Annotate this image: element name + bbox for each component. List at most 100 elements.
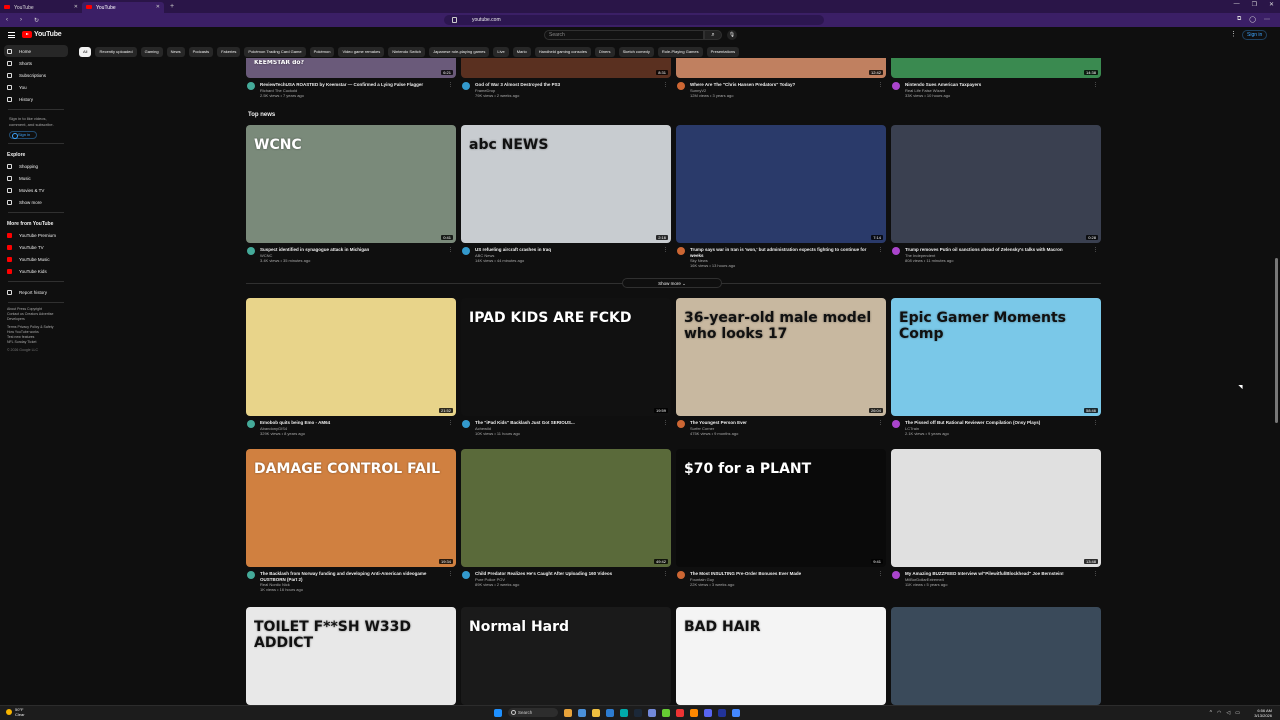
- browser-tab[interactable]: YouTube ✕: [0, 2, 82, 13]
- more-actions-icon[interactable]: ⋮: [663, 571, 668, 577]
- chip-filter[interactable]: Japanese role-playing games: [429, 47, 490, 57]
- chip-filter[interactable]: Video game remakes: [338, 47, 385, 57]
- video-thumbnail[interactable]: KEEMSTAR do? 6:21: [246, 58, 456, 78]
- video-thumbnail[interactable]: WCNC 0:41: [246, 125, 456, 243]
- chip-filter[interactable]: Podcasts: [188, 47, 214, 57]
- sidebar-item-home[interactable]: Home: [4, 45, 68, 57]
- channel-avatar[interactable]: [247, 420, 255, 428]
- chip-filter[interactable]: News: [166, 47, 185, 57]
- video-thumbnail[interactable]: 49:42: [461, 449, 671, 567]
- video-title[interactable]: My Amazing BUZZFEED Interview w/"Pilewit…: [905, 571, 1090, 577]
- channel-avatar[interactable]: [677, 247, 685, 255]
- maximize-icon[interactable]: ❐: [1252, 1, 1257, 8]
- chip-filter[interactable]: Role-Playing Games: [657, 47, 703, 57]
- more-actions-icon[interactable]: ⋮: [1093, 247, 1098, 253]
- back-icon[interactable]: ‹: [6, 17, 14, 23]
- video-title[interactable]: Where Are The "Chris Hansen Predators" T…: [690, 82, 875, 88]
- settings-kebab-icon[interactable]: ⋮: [1230, 30, 1237, 38]
- video-thumbnail[interactable]: Epic Gamer Moments Comp 58:46: [891, 298, 1101, 416]
- sidebar-item-youtube-music[interactable]: YouTube Music: [0, 253, 72, 265]
- volume-icon[interactable]: ◁: [1226, 710, 1230, 716]
- chip-filter[interactable]: Diners: [595, 47, 615, 57]
- sidebar-item-youtube-premium[interactable]: YouTube Premium: [0, 229, 72, 241]
- chip-filter[interactable]: Live: [493, 47, 509, 57]
- video-title[interactable]: God of War 3 Almost Destroyed the PS3: [475, 82, 660, 88]
- video-thumbnail[interactable]: DAMAGE CONTROL FAIL 19:34: [246, 449, 456, 567]
- sidebar-item-music[interactable]: Music: [0, 172, 72, 184]
- chip-filter[interactable]: Pokémon Trading Card Game: [244, 47, 306, 57]
- chevron-up-icon[interactable]: ^: [1210, 710, 1212, 716]
- video-thumbnail[interactable]: IPAD KIDS ARE FCKD 19:59: [461, 298, 671, 416]
- channel-avatar[interactable]: [677, 420, 685, 428]
- channel-avatar[interactable]: [462, 82, 470, 90]
- channel-avatar[interactable]: [892, 571, 900, 579]
- sidebar-item-you[interactable]: You: [0, 81, 72, 93]
- video-thumbnail[interactable]: Normal Hard: [461, 607, 671, 705]
- site-info-icon[interactable]: [452, 17, 457, 23]
- sidebar-item-show-more[interactable]: Show more: [0, 196, 72, 208]
- footer-links[interactable]: Developers: [0, 317, 72, 322]
- more-actions-icon[interactable]: ⋮: [1093, 82, 1098, 88]
- wifi-icon[interactable]: ◠: [1217, 710, 1221, 716]
- channel-avatar[interactable]: [892, 420, 900, 428]
- video-title[interactable]: The Pissed off But Rational Reviewer Com…: [905, 420, 1090, 426]
- channel-avatar[interactable]: [892, 247, 900, 255]
- chip-filter[interactable]: Fakeries: [217, 47, 241, 57]
- chip-filter[interactable]: Gaming: [140, 47, 163, 57]
- app-icon[interactable]: [718, 708, 726, 717]
- more-actions-icon[interactable]: ⋮: [878, 571, 883, 577]
- app-icon[interactable]: [578, 708, 586, 717]
- video-thumbnail[interactable]: 13:48: [891, 449, 1101, 567]
- video-title[interactable]: The Backlash from Norway funding and dev…: [260, 571, 445, 582]
- video-thumbnail[interactable]: abc NEWS 2:16: [461, 125, 671, 243]
- chip-filter[interactable]: Sketch comedy: [618, 47, 654, 57]
- channel-avatar[interactable]: [462, 571, 470, 579]
- show-more-button[interactable]: Show more ⌄: [622, 278, 722, 288]
- extensions-icon[interactable]: ⧉: [1237, 16, 1241, 23]
- file-explorer-icon[interactable]: [592, 708, 600, 717]
- sidebar-item-youtube-tv[interactable]: YouTube TV: [0, 241, 72, 253]
- video-title[interactable]: The Youngest Person Ever: [690, 420, 875, 426]
- app-icon[interactable]: [564, 708, 572, 717]
- profile-icon[interactable]: ◯: [1249, 16, 1256, 23]
- video-thumbnail[interactable]: 0:28: [891, 125, 1101, 243]
- discord-icon[interactable]: [704, 708, 712, 717]
- video-thumbnail[interactable]: 14:38: [891, 58, 1101, 78]
- app-icon[interactable]: [606, 708, 614, 717]
- taskbar-search[interactable]: Search: [508, 708, 558, 717]
- video-title[interactable]: Trump removes Putin oil sanctions ahead …: [905, 247, 1090, 253]
- video-thumbnail[interactable]: BAD HAIR: [676, 607, 886, 705]
- video-thumbnail[interactable]: 21:52: [246, 298, 456, 416]
- browser-tab-active[interactable]: YouTube ✕: [82, 2, 164, 13]
- app-icon[interactable]: [676, 708, 684, 717]
- voice-search-button[interactable]: 🎙: [727, 30, 737, 40]
- new-tab-icon[interactable]: +: [170, 3, 174, 10]
- more-actions-icon[interactable]: ⋮: [663, 247, 668, 253]
- chip-filter[interactable]: Recently uploaded: [95, 47, 137, 57]
- youtube-logo[interactable]: YouTube: [22, 31, 62, 38]
- video-title[interactable]: Emobob quits being Emo - AM64: [260, 420, 445, 426]
- sidebar-item-subscriptions[interactable]: Subscriptions: [0, 69, 72, 81]
- video-title[interactable]: Nintendo Sues American Taxpayers: [905, 82, 1090, 88]
- channel-avatar[interactable]: [892, 82, 900, 90]
- chip-filter[interactable]: Presentations: [706, 47, 740, 57]
- video-thumbnail[interactable]: 7:14: [676, 125, 886, 243]
- search-input[interactable]: Search: [544, 30, 704, 40]
- video-thumbnail[interactable]: $70 for a PLANT 9:41: [676, 449, 886, 567]
- video-title[interactable]: Suspect identified in synagogue attack i…: [260, 247, 445, 253]
- more-actions-icon[interactable]: ⋮: [878, 82, 883, 88]
- sign-in-button[interactable]: Sign in: [1242, 30, 1268, 40]
- battery-icon[interactable]: ▭: [1235, 710, 1240, 716]
- channel-avatar[interactable]: [462, 420, 470, 428]
- video-thumbnail[interactable]: 12:42: [676, 58, 886, 78]
- steam-icon[interactable]: [634, 708, 642, 717]
- sidebar-item-history[interactable]: History: [0, 93, 72, 105]
- more-actions-icon[interactable]: ⋮: [663, 420, 668, 426]
- channel-avatar[interactable]: [677, 571, 685, 579]
- video-thumbnail[interactable]: 8:31: [461, 58, 671, 78]
- app-icon[interactable]: [662, 708, 670, 717]
- sidebar-item-report-history[interactable]: Report history: [0, 286, 72, 298]
- minimize-icon[interactable]: —: [1234, 1, 1240, 8]
- chip-filter[interactable]: All: [79, 47, 92, 57]
- channel-avatar[interactable]: [247, 82, 255, 90]
